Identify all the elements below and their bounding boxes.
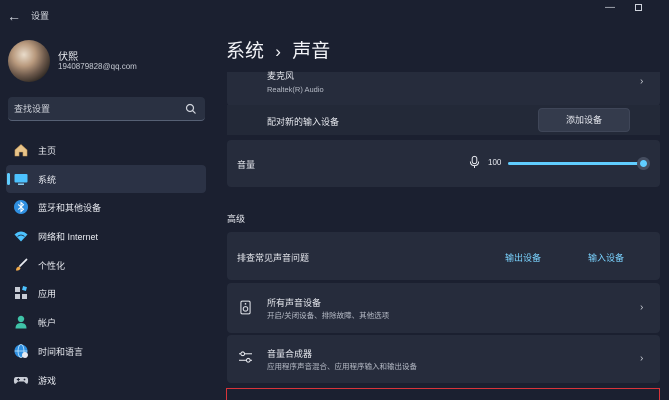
- sidebar-item-accounts[interactable]: 帐户: [6, 308, 206, 336]
- user-email: 1940879828@qq.com: [58, 62, 137, 71]
- troubleshoot-label: 排查常见声音问题: [237, 253, 310, 263]
- microphone-device-row[interactable]: 麦克风 Realtek(R) Audio ›: [227, 71, 660, 106]
- device-driver: Realtek(R) Audio: [267, 85, 324, 94]
- volume-slider-thumb[interactable]: [637, 157, 650, 170]
- all-sound-devices-row[interactable]: 所有声音设备 开启/关闭设备、排除故障、其他选项 ›: [227, 283, 660, 333]
- mixer-sliders-icon: [239, 351, 252, 363]
- sidebar-item-personalization[interactable]: 个性化: [6, 251, 206, 279]
- sidebar-item-label: 主页: [38, 146, 57, 156]
- apps-icon: [15, 286, 27, 300]
- microphone-icon[interactable]: [469, 155, 480, 169]
- troubleshoot-row: 排查常见声音问题 输出设备 输入设备: [227, 232, 660, 280]
- volume-slider-track[interactable]: [508, 162, 643, 165]
- minimize-button[interactable]: —: [596, 0, 624, 16]
- volume-row: 音量 100: [227, 140, 660, 187]
- user-profile[interactable]: 伏熙 1940879828@qq.com: [8, 40, 208, 84]
- account-icon: [15, 315, 27, 329]
- sidebar-item-bluetooth[interactable]: 蓝牙和其他设备: [6, 193, 206, 221]
- search-icon[interactable]: [185, 103, 197, 115]
- breadcrumb: 系统 › 声音: [226, 36, 330, 63]
- wifi-icon: [14, 231, 28, 242]
- app-title: 设置: [31, 11, 50, 21]
- sidebar-item-label: 帐户: [38, 318, 57, 329]
- pair-input-label: 配对新的输入设备: [267, 117, 340, 127]
- sidebar-item-network[interactable]: 网络和 Internet: [6, 222, 206, 250]
- gamepad-icon: [13, 376, 29, 384]
- sidebar-item-label: 网络和 Internet: [38, 232, 99, 243]
- breadcrumb-parent[interactable]: 系统: [226, 41, 264, 62]
- chevron-right-icon: ›: [640, 302, 644, 313]
- output-devices-link[interactable]: 输出设备: [505, 251, 541, 264]
- sidebar-item-label: 蓝牙和其他设备: [38, 203, 102, 214]
- maximize-button[interactable]: [624, 0, 652, 16]
- sidebar-nav: 主页 系统 蓝牙和其他设备 网络和 Internet 个性化 应用 帐户 时间和…: [6, 136, 206, 394]
- page-title: 声音: [292, 41, 331, 62]
- chevron-right-icon: ›: [640, 353, 644, 364]
- mixer-title: 音量合成器: [267, 349, 313, 359]
- globe-icon: [14, 343, 28, 358]
- user-name: 伏熙: [58, 52, 78, 63]
- pair-input-device-row: 配对新的输入设备 添加设备: [227, 105, 660, 135]
- home-icon: [14, 144, 28, 157]
- mixer-subtitle: 应用程序声音混合、应用程序输入和输出设备: [267, 362, 417, 371]
- sidebar-item-label: 游戏: [38, 375, 57, 386]
- brush-icon: [16, 258, 28, 271]
- sidebar-item-label: 系统: [38, 174, 57, 185]
- search-input[interactable]: [8, 97, 178, 120]
- search-box: [8, 97, 205, 121]
- sidebar-item-label: 个性化: [38, 260, 66, 271]
- sidebar-item-gaming[interactable]: 游戏: [6, 366, 206, 394]
- volume-value: 100: [488, 158, 502, 167]
- sidebar-item-time-language[interactable]: 时间和语言: [6, 337, 206, 365]
- sidebar-item-label: 时间和语言: [38, 346, 84, 357]
- avatar: [8, 40, 50, 82]
- device-name: 麦克风: [267, 71, 295, 81]
- title-bar: ← 设置 —: [0, 0, 669, 32]
- add-device-button[interactable]: 添加设备: [538, 108, 630, 132]
- advanced-heading: 高级: [227, 214, 246, 224]
- speaker-device-icon: [240, 300, 251, 315]
- sidebar-item-label: 应用: [38, 289, 57, 300]
- system-icon: [14, 173, 28, 185]
- breadcrumb-separator: ›: [275, 42, 281, 61]
- input-devices-link[interactable]: 输入设备: [588, 251, 624, 264]
- sidebar-item-home[interactable]: 主页: [6, 136, 206, 164]
- all-devices-subtitle: 开启/关闭设备、排除故障、其他选项: [267, 311, 390, 320]
- sidebar-item-system[interactable]: 系统: [6, 164, 206, 193]
- all-devices-title: 所有声音设备: [267, 298, 322, 308]
- highlight-annotation: [226, 388, 660, 400]
- volume-label: 音量: [237, 160, 256, 170]
- bluetooth-icon: [14, 200, 28, 215]
- sidebar-item-apps[interactable]: 应用: [6, 279, 206, 307]
- maximize-icon: [634, 4, 642, 11]
- chevron-right-icon: ›: [640, 76, 644, 87]
- volume-mixer-row[interactable]: 音量合成器 应用程序声音混合、应用程序输入和输出设备 ›: [227, 335, 660, 383]
- back-arrow-icon[interactable]: ←: [4, 6, 24, 26]
